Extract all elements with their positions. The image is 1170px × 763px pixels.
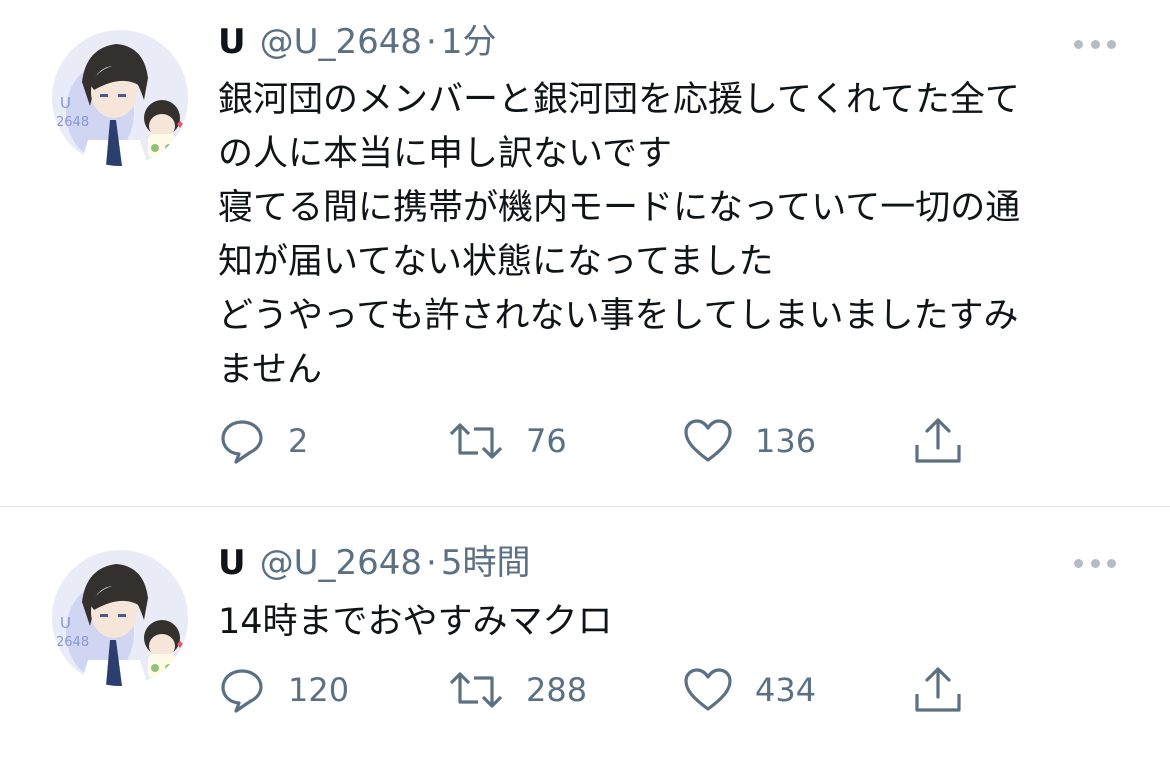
user-handle[interactable]: @U_2648 — [260, 543, 422, 583]
avatar-watermark: U — [60, 94, 71, 112]
like-count: 434 — [755, 671, 817, 709]
heart-icon — [684, 419, 732, 462]
reply-button[interactable]: 120 — [218, 662, 349, 718]
share-button[interactable] — [912, 413, 964, 469]
user-handle[interactable]: @U_2648 — [260, 22, 422, 62]
tweet-header: U @U_2648 · 5時間 — [218, 543, 530, 583]
retweet-button[interactable]: 288 — [448, 662, 587, 718]
tweet-text: 銀河団のメンバーと銀河団を応援してくれてた全て の人に本当に申し訳ないです 寝て… — [218, 80, 1021, 390]
more-options-icon[interactable] — [1074, 37, 1116, 51]
reply-count: 2 — [288, 422, 309, 460]
reply-count: 120 — [288, 671, 350, 709]
avatar[interactable]: U 2648 — [52, 30, 188, 166]
share-upload-icon — [915, 667, 961, 712]
like-count: 136 — [755, 422, 817, 460]
separator-dot: · — [426, 22, 437, 62]
more-options-icon[interactable] — [1074, 556, 1116, 570]
tweet-actions: 120 288 434 — [0, 662, 1170, 718]
avatar-watermark: U — [60, 614, 71, 632]
timestamp[interactable]: 5時間 — [441, 543, 531, 583]
tweet-2[interactable]: U 2648 U @U_2648 · 5時間 14時までおやすみマクロ 120 … — [0, 507, 1170, 763]
retweet-count: 76 — [526, 422, 567, 460]
tweet-text: 14時までおやすみマクロ — [218, 602, 613, 642]
reply-button[interactable]: 2 — [218, 413, 308, 469]
separator-dot: · — [426, 543, 437, 583]
tweet-1[interactable]: U 2648 U @U_2648 · 1分 銀河団のメンバーと銀河団を応援してく… — [0, 0, 1170, 507]
retweet-button[interactable]: 76 — [448, 413, 567, 469]
tweet-header: U @U_2648 · 1分 — [218, 22, 496, 62]
heart-icon — [684, 668, 732, 711]
display-name[interactable]: U — [218, 543, 246, 583]
retweet-arrows-icon — [449, 672, 503, 708]
avatar-illustration: U 2648 — [52, 30, 188, 166]
display-name[interactable]: U — [218, 22, 246, 62]
share-upload-icon — [915, 418, 961, 463]
svg-text:2648: 2648 — [56, 115, 89, 130]
like-button[interactable]: 136 — [683, 413, 816, 469]
svg-text:2648: 2648 — [56, 635, 89, 650]
timestamp[interactable]: 1分 — [441, 22, 497, 62]
reply-bubble-icon — [221, 669, 263, 713]
reply-bubble-icon — [221, 420, 263, 464]
like-button[interactable]: 434 — [683, 662, 816, 718]
tweet-actions: 2 76 136 — [0, 413, 1170, 469]
retweet-arrows-icon — [449, 423, 503, 459]
retweet-count: 288 — [526, 671, 588, 709]
share-button[interactable] — [912, 662, 964, 718]
